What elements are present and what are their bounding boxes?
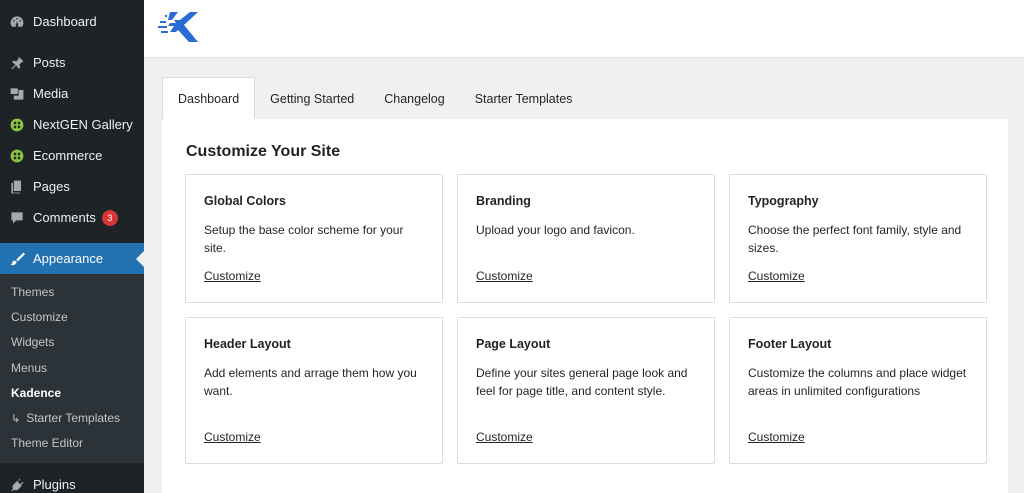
submenu-item-widgets[interactable]: Widgets — [0, 330, 144, 355]
dashboard-icon — [8, 13, 26, 31]
card-description: Define your sites general page look and … — [476, 366, 688, 398]
media-icon — [8, 85, 26, 103]
submenu-item-label: Menus — [11, 360, 48, 375]
submenu-item-label: Customize — [11, 309, 68, 324]
plugin-tabs: Dashboard Getting Started Changelog Star… — [162, 77, 587, 120]
tab-dashboard[interactable]: Dashboard — [162, 77, 256, 120]
sub-arrow-icon: ↳ — [11, 412, 21, 425]
appearance-submenu: Themes Customize Widgets Menus Kadence ↳… — [0, 274, 144, 464]
ecommerce-icon — [8, 147, 26, 165]
card-title: Footer Layout — [748, 337, 832, 351]
customize-link[interactable]: Customize — [204, 430, 261, 444]
pin-icon — [8, 54, 26, 72]
customize-link[interactable]: Customize — [476, 269, 533, 283]
card-footer-layout: Footer Layout Customize the columns and … — [729, 317, 987, 464]
kadence-logo-icon — [158, 12, 198, 42]
card-description: Setup the base color scheme for your sit… — [204, 223, 404, 255]
plugin-icon — [8, 476, 26, 493]
gallery-icon — [8, 116, 26, 134]
sidebar-item-label: Comments — [33, 210, 96, 225]
tab-changelog[interactable]: Changelog — [369, 77, 459, 120]
admin-sidebar: Dashboard Posts Media NextGEN Gallery Ec… — [0, 0, 144, 493]
sidebar-item-label: Posts — [33, 55, 66, 70]
brush-icon — [8, 250, 26, 268]
submenu-item-kadence[interactable]: Kadence — [0, 380, 144, 405]
submenu-item-label: Kadence — [11, 385, 62, 400]
sidebar-item-label: Appearance — [33, 251, 104, 266]
sidebar-item-label: Media — [33, 86, 69, 101]
customize-link[interactable]: Customize — [204, 269, 261, 283]
plugin-header — [144, 0, 1024, 58]
card-title: Typography — [748, 194, 819, 208]
customize-link[interactable]: Customize — [476, 430, 533, 444]
tab-getting-started[interactable]: Getting Started — [255, 77, 369, 120]
card-typography: Typography Choose the perfect font famil… — [729, 174, 987, 303]
comments-icon — [8, 209, 26, 227]
submenu-item-menus[interactable]: Menus — [0, 355, 144, 380]
sidebar-item-plugins[interactable]: Plugins — [0, 469, 144, 493]
card-description: Choose the perfect font family, style an… — [748, 223, 962, 255]
customize-link[interactable]: Customize — [748, 269, 805, 283]
sidebar-item-label: Ecommerce — [33, 148, 103, 163]
tab-starter-templates[interactable]: Starter Templates — [460, 77, 588, 120]
submenu-item-label: Theme Editor — [11, 436, 84, 451]
sidebar-item-posts[interactable]: Posts — [0, 47, 144, 78]
submenu-item-label: Widgets — [11, 335, 55, 350]
submenu-item-customize[interactable]: Customize — [0, 304, 144, 329]
sidebar-item-nextgen-gallery[interactable]: NextGEN Gallery — [0, 109, 144, 140]
card-description: Upload your logo and favicon. — [476, 223, 635, 237]
sidebar-item-label: Plugins — [33, 477, 76, 493]
submenu-item-themes[interactable]: Themes — [0, 279, 144, 304]
sidebar-item-ecommerce[interactable]: Ecommerce — [0, 140, 144, 171]
sidebar-item-label: Dashboard — [33, 14, 97, 29]
card-global-colors: Global Colors Setup the base color schem… — [185, 174, 443, 303]
sidebar-item-comments[interactable]: Comments 3 — [0, 202, 144, 233]
card-title: Global Colors — [204, 194, 286, 208]
card-title: Header Layout — [204, 337, 291, 351]
customize-panel: Customize Your Site Global Colors Setup … — [162, 119, 1008, 493]
card-description: Customize the columns and place widget a… — [748, 366, 967, 398]
sidebar-item-label: NextGEN Gallery — [33, 117, 133, 132]
submenu-item-theme-editor[interactable]: Theme Editor — [0, 431, 144, 456]
sidebar-item-label: Pages — [33, 179, 70, 194]
sidebar-item-dashboard[interactable]: Dashboard — [0, 0, 144, 43]
sidebar-item-media[interactable]: Media — [0, 78, 144, 109]
submenu-item-label: Starter Templates — [26, 411, 121, 426]
pages-icon — [8, 178, 26, 196]
card-header-layout: Header Layout Add elements and arrage th… — [185, 317, 443, 464]
customize-link[interactable]: Customize — [748, 430, 805, 444]
sidebar-item-appearance[interactable]: Appearance — [0, 243, 144, 274]
card-title: Branding — [476, 194, 531, 208]
submenu-item-label: Themes — [11, 284, 55, 299]
card-branding: Branding Upload your logo and favicon. C… — [457, 174, 715, 303]
submenu-item-starter-templates[interactable]: ↳ Starter Templates — [0, 405, 144, 430]
comments-count-badge: 3 — [101, 209, 118, 226]
page-title: Customize Your Site — [186, 143, 341, 160]
sidebar-item-pages[interactable]: Pages — [0, 171, 144, 202]
card-title: Page Layout — [476, 337, 551, 351]
card-description: Add elements and arrage them how you wan… — [204, 366, 417, 398]
card-page-layout: Page Layout Define your sites general pa… — [457, 317, 715, 464]
